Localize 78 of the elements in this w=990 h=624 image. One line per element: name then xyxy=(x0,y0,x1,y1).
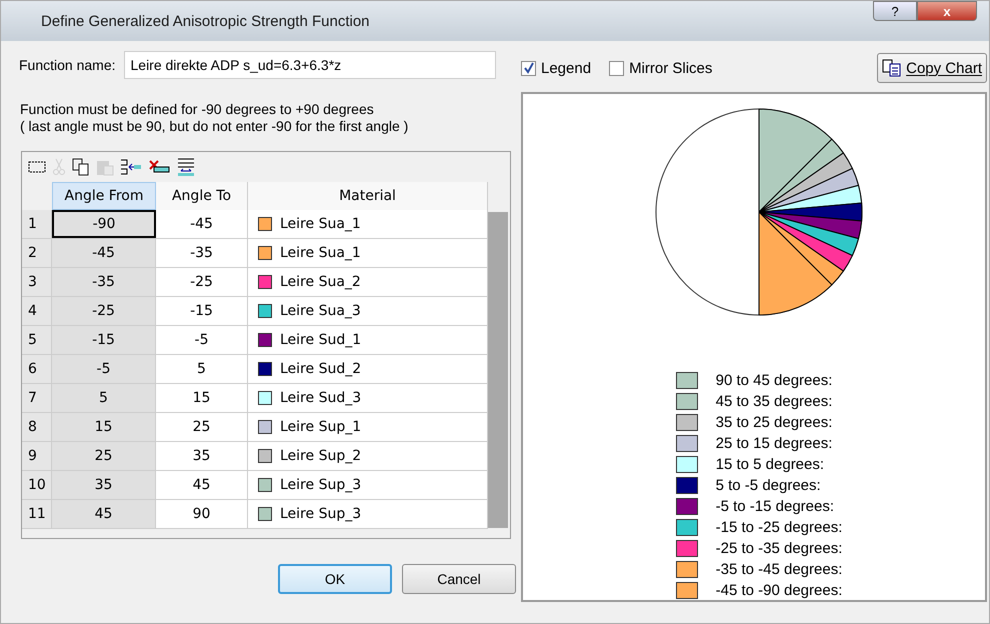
legend-label: 15 to 5 degrees: xyxy=(716,456,824,473)
table-cell[interactable]: 35 xyxy=(156,442,248,470)
legend-label: 90 to 45 degrees: xyxy=(716,372,832,389)
instruction-text: ( last angle must be 90, but do not enter -90 for the first angle ) xyxy=(20,118,410,135)
copy-chart-button[interactable]: Copy Chart xyxy=(877,53,987,83)
legend-label: -35 to -45 degrees: xyxy=(716,561,842,578)
table-cell[interactable]: 45 xyxy=(52,500,156,528)
material-name[interactable]: Leire Sua_3 xyxy=(280,303,361,319)
table-cell[interactable]: -25 xyxy=(52,297,156,325)
material-name[interactable]: Leire Sup_2 xyxy=(280,448,362,464)
help-button[interactable]: ? xyxy=(873,1,917,21)
table-cell[interactable]: -35 xyxy=(52,268,156,296)
insert-row-icon[interactable] xyxy=(120,158,142,176)
legend-label: -5 to -15 degrees: xyxy=(716,498,834,515)
table-cell[interactable]: -15 xyxy=(52,326,156,354)
table-cell[interactable]: -45 xyxy=(52,239,156,267)
column-header[interactable]: Angle To xyxy=(156,182,248,210)
material-name[interactable]: Leire Sud_2 xyxy=(280,361,362,377)
checkbox-label[interactable]: Mirror Slices xyxy=(629,60,712,76)
copy-icon[interactable] xyxy=(72,158,90,176)
legend-label: 25 to 15 degrees: xyxy=(716,435,832,452)
row-number: 5 xyxy=(22,326,52,354)
ok-button[interactable]: OK xyxy=(278,564,392,594)
row-number: 4 xyxy=(22,297,52,325)
function-name-label: Function name: xyxy=(19,57,116,73)
material-name[interactable]: Leire Sua_1 xyxy=(280,216,361,232)
material-name[interactable]: Leire Sua_1 xyxy=(280,245,361,261)
window-title: Define Generalized Anisotropic Strength Function xyxy=(41,12,370,30)
table-cell[interactable]: 25 xyxy=(52,442,156,470)
checkbox-label[interactable]: Legend xyxy=(541,60,592,76)
table-cell[interactable]: -35 xyxy=(156,239,248,267)
instruction-text: Function must be defined for -90 degrees to +90 degrees xyxy=(20,101,375,118)
material-name[interactable]: Leire Sua_2 xyxy=(280,274,361,290)
function-name-field[interactable]: Leire direkte ADP s_ud=6.3+6.3*z xyxy=(124,51,496,79)
table-cell[interactable]: 45 xyxy=(156,471,248,499)
table-cell[interactable]: 35 xyxy=(52,471,156,499)
row-number: 10 xyxy=(22,471,52,499)
legend-label: -25 to -35 degrees: xyxy=(716,540,842,557)
table-cell[interactable]: 90 xyxy=(156,500,248,528)
legend-label: -15 to -25 degrees: xyxy=(716,519,842,536)
row-number: 6 xyxy=(22,355,52,383)
table-cell[interactable]: -45 xyxy=(156,210,248,238)
copy-icon xyxy=(882,59,902,77)
legend-label: -45 to -90 degrees: xyxy=(716,582,842,599)
row-number: 2 xyxy=(22,239,52,267)
row-number: 1 xyxy=(22,210,52,238)
table-cell[interactable]: -90 xyxy=(52,210,156,238)
table-cell[interactable]: -25 xyxy=(156,268,248,296)
table-cell[interactable]: 5 xyxy=(156,355,248,383)
row-number: 9 xyxy=(22,442,52,470)
material-name[interactable]: Leire Sup_1 xyxy=(280,419,362,435)
row-number: 3 xyxy=(22,268,52,296)
material-name[interactable]: Leire Sup_3 xyxy=(280,506,362,522)
scrollbar[interactable] xyxy=(488,212,508,528)
row-number: 7 xyxy=(22,384,52,412)
select-all-icon[interactable] xyxy=(28,160,46,174)
table-cell[interactable]: -5 xyxy=(156,326,248,354)
checkbox[interactable] xyxy=(609,60,624,76)
column-header[interactable]: Material xyxy=(248,182,488,210)
column-header[interactable]: Angle From xyxy=(52,182,156,210)
append-row-icon[interactable] xyxy=(176,157,196,177)
table-cell[interactable]: 15 xyxy=(156,384,248,412)
close-button[interactable]: x xyxy=(917,1,977,21)
legend-label: 5 to -5 degrees: xyxy=(716,477,821,494)
table-cell[interactable]: -15 xyxy=(156,297,248,325)
legend-label: 35 to 25 degrees: xyxy=(716,414,832,431)
table-cell[interactable]: 5 xyxy=(52,384,156,412)
table-cell[interactable]: 15 xyxy=(52,413,156,441)
material-name[interactable]: Leire Sup_3 xyxy=(280,477,362,493)
material-name[interactable]: Leire Sud_3 xyxy=(280,390,362,406)
material-name[interactable]: Leire Sud_1 xyxy=(280,332,362,348)
table-cell[interactable]: -5 xyxy=(52,355,156,383)
cancel-button[interactable]: Cancel xyxy=(402,564,516,594)
table-cell[interactable]: 25 xyxy=(156,413,248,441)
checkbox[interactable] xyxy=(521,60,536,76)
row-number: 8 xyxy=(22,413,52,441)
legend-label: 45 to 35 degrees: xyxy=(716,393,832,410)
row-number: 11 xyxy=(22,500,52,528)
